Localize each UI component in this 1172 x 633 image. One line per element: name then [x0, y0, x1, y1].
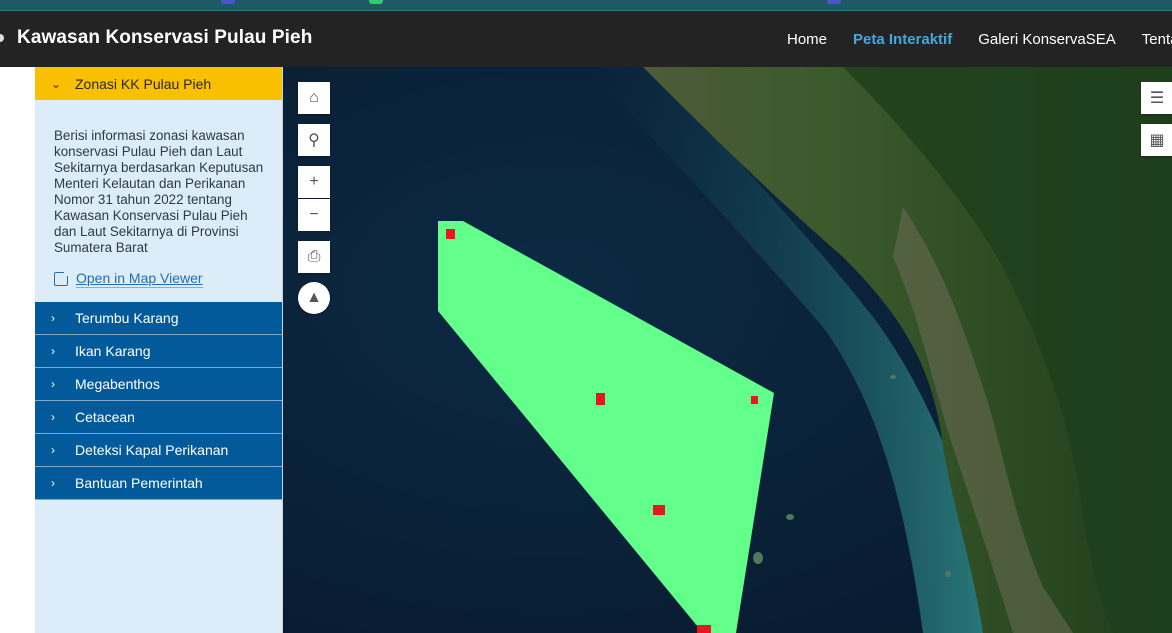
- chevron-right-icon: ›: [51, 344, 55, 358]
- accordion-label: Terumbu Karang: [75, 310, 179, 326]
- zoom-out-button[interactable]: −: [298, 199, 330, 231]
- chevron-down-icon: ⌄: [51, 76, 62, 91]
- qr-code-button[interactable]: ▦: [1141, 124, 1172, 156]
- accordion-label: Ikan Karang: [75, 343, 151, 359]
- chevron-right-icon: ›: [51, 410, 55, 424]
- chevron-right-icon: ›: [51, 443, 55, 457]
- zone-marker[interactable]: [751, 396, 758, 404]
- search-icon: ⚲: [308, 132, 320, 149]
- print-icon: ⎙: [307, 248, 321, 265]
- map-view[interactable]: ⌂ ⚲ + − ⎙ ▲ ☰ ▦: [283, 67, 1172, 633]
- accordion-terumbu-karang[interactable]: › Terumbu Karang: [35, 302, 282, 335]
- nav-home[interactable]: Home: [787, 31, 827, 48]
- nav-galeri-konservasea[interactable]: Galeri KonservaSEA: [978, 31, 1116, 48]
- accordion-label: Zonasi KK Pulau Pieh: [75, 75, 212, 92]
- print-button[interactable]: ⎙: [298, 241, 330, 273]
- chevron-right-icon: ›: [51, 476, 55, 490]
- site-header: Kawasan Konservasi Pulau Pieh Home Peta …: [0, 11, 1172, 67]
- zoom-out-icon: −: [309, 206, 319, 223]
- strip-mark: [827, 0, 841, 4]
- zone-marker[interactable]: [697, 625, 711, 633]
- layer-accordion: ⌄ Zonasi KK Pulau Pieh Berisi informasi …: [35, 67, 283, 633]
- accordion-deteksi-kapal-perikanan[interactable]: › Deteksi Kapal Perikanan: [35, 434, 282, 467]
- chevron-right-icon: ›: [51, 311, 55, 325]
- zoom-in-button[interactable]: +: [298, 166, 330, 198]
- island: [945, 571, 951, 577]
- strip-mark: [221, 0, 235, 4]
- site-title[interactable]: Kawasan Konservasi Pulau Pieh: [17, 27, 312, 49]
- island: [786, 514, 794, 520]
- accordion-label: Megabenthos: [75, 376, 160, 392]
- zone-marker[interactable]: [653, 505, 665, 515]
- main-nav: Home Peta Interaktif Galeri KonservaSEA …: [787, 31, 1172, 48]
- island: [890, 375, 896, 379]
- zone-marker[interactable]: [596, 393, 605, 405]
- accordion-body: Berisi informasi zonasi kawasan konserva…: [35, 100, 282, 302]
- home-icon: ⌂: [309, 89, 319, 106]
- accordion-label: Bantuan Pemerintah: [75, 475, 203, 491]
- accordion-zonasi-kk-pulau-pieh[interactable]: ⌄ Zonasi KK Pulau Pieh: [35, 67, 282, 100]
- search-button[interactable]: ⚲: [298, 124, 330, 156]
- island: [753, 552, 763, 564]
- accordion-label: Deteksi Kapal Perikanan: [75, 442, 229, 458]
- sidebar-gutter: [0, 67, 35, 633]
- strip-mark: [369, 0, 383, 4]
- accordion-megabenthos[interactable]: › Megabenthos: [35, 368, 282, 401]
- external-link-icon: [54, 270, 70, 286]
- accordion-label: Cetacean: [75, 409, 135, 425]
- compass-button[interactable]: ▲: [298, 282, 330, 314]
- accordion-ikan-karang[interactable]: › Ikan Karang: [35, 335, 282, 368]
- home-button[interactable]: ⌂: [298, 82, 330, 114]
- compass-icon: ▲: [306, 289, 322, 306]
- browser-top-strip: [0, 0, 1172, 11]
- accordion-bantuan-pemerintah[interactable]: › Bantuan Pemerintah: [35, 467, 282, 500]
- accordion-cetacean[interactable]: › Cetacean: [35, 401, 282, 434]
- layers-icon: ☰: [1149, 90, 1165, 107]
- logo-fragment: [0, 34, 4, 42]
- map-canvas[interactable]: [283, 67, 1172, 633]
- zone-marker[interactable]: [446, 229, 455, 239]
- nav-tentang[interactable]: Tenta: [1142, 31, 1172, 48]
- open-in-map-viewer-link[interactable]: Open in Map Viewer: [54, 270, 264, 288]
- nav-peta-interaktif[interactable]: Peta Interaktif: [853, 31, 952, 48]
- zoom-in-icon: +: [309, 173, 319, 190]
- section-description: Berisi informasi zonasi kawasan konserva…: [54, 128, 264, 255]
- sidebar: ⌄ Zonasi KK Pulau Pieh Berisi informasi …: [0, 67, 283, 633]
- layer-list-button[interactable]: ☰: [1141, 82, 1172, 114]
- qr-icon: ▦: [1149, 132, 1165, 149]
- chevron-right-icon: ›: [51, 377, 55, 391]
- link-label: Open in Map Viewer: [76, 270, 203, 288]
